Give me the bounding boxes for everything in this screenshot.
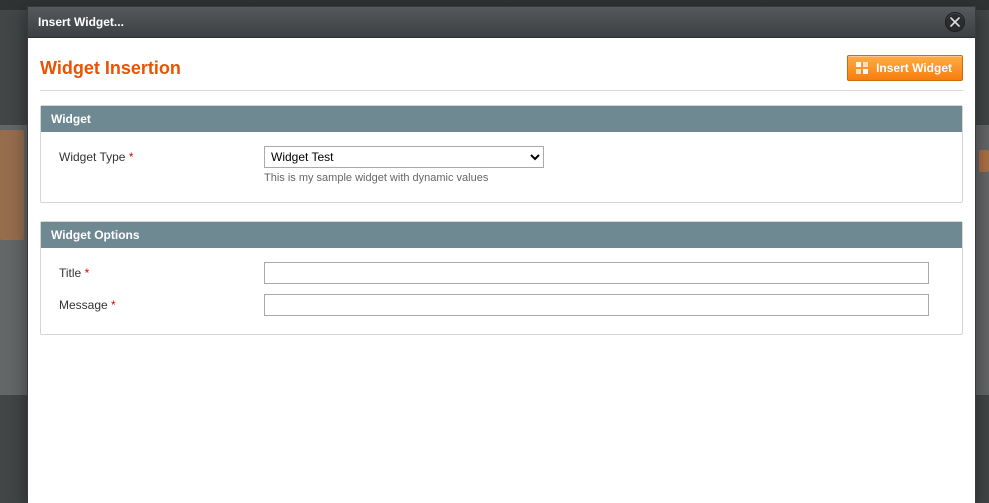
widget-type-label: Widget Type * bbox=[59, 146, 264, 164]
title-row: Title * bbox=[59, 262, 944, 284]
title-label: Title * bbox=[59, 262, 264, 280]
page-title: Widget Insertion bbox=[40, 58, 181, 79]
required-asterisk: * bbox=[129, 150, 134, 164]
message-input[interactable] bbox=[264, 294, 929, 316]
required-asterisk: * bbox=[111, 298, 116, 312]
insert-widget-button[interactable]: Insert Widget bbox=[847, 55, 963, 81]
insert-widget-modal: Insert Widget... Widget Insertion bbox=[27, 6, 976, 503]
message-label: Message * bbox=[59, 294, 264, 312]
required-asterisk: * bbox=[85, 266, 90, 280]
close-button[interactable] bbox=[945, 12, 965, 32]
widget-options-section-title: Widget Options bbox=[41, 222, 962, 248]
widget-type-select[interactable]: Widget Test bbox=[264, 146, 544, 168]
widget-type-row: Widget Type * Widget Test This is my sam… bbox=[59, 146, 944, 184]
widget-section-title: Widget bbox=[41, 106, 962, 132]
widget-icon bbox=[854, 60, 870, 76]
widget-type-hint: This is my sample widget with dynamic va… bbox=[264, 172, 944, 184]
modal-title: Insert Widget... bbox=[38, 15, 124, 29]
insert-widget-button-label: Insert Widget bbox=[876, 61, 952, 75]
modal-titlebar: Insert Widget... bbox=[28, 7, 975, 38]
close-icon bbox=[950, 17, 960, 27]
title-input[interactable] bbox=[264, 262, 929, 284]
message-row: Message * bbox=[59, 294, 944, 316]
widget-options-fieldset: Widget Options Title * Message * bbox=[40, 221, 963, 335]
widget-fieldset: Widget Widget Type * Widget Test This is… bbox=[40, 105, 963, 203]
modal-header: Widget Insertion Insert Widget bbox=[40, 50, 963, 86]
divider bbox=[40, 90, 963, 91]
